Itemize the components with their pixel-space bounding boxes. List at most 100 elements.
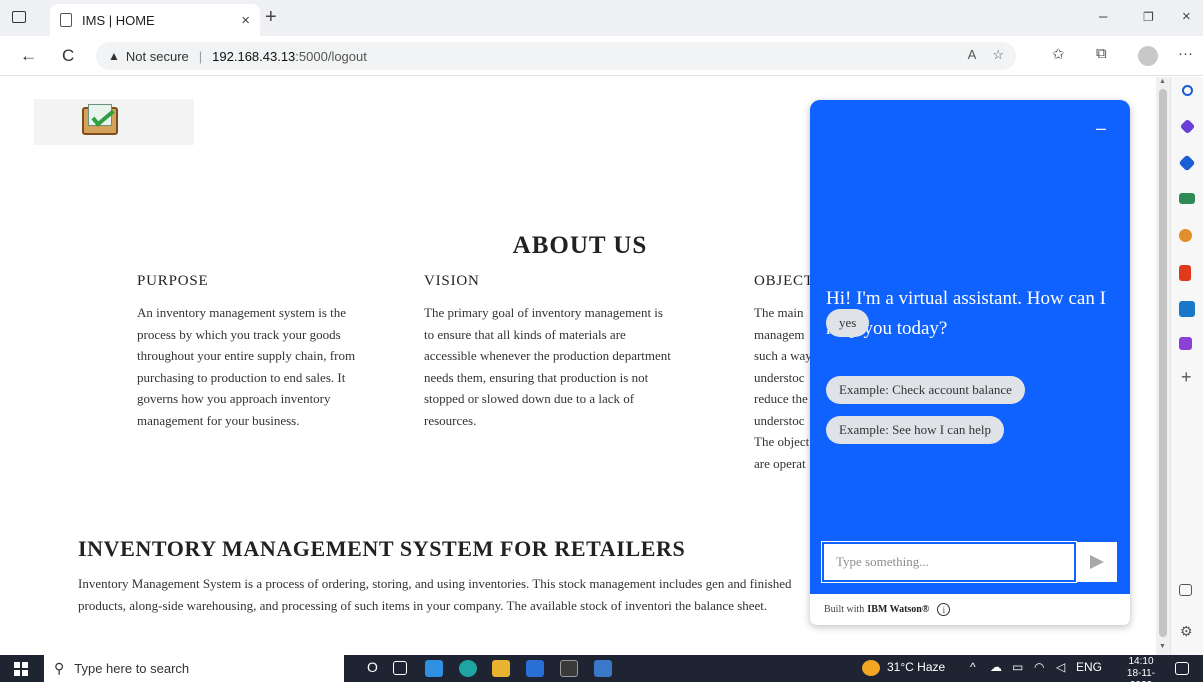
task-view-icon[interactable] bbox=[393, 661, 407, 675]
objective-section: OBJECT The main managem such a way under… bbox=[754, 273, 814, 474]
cortana-icon[interactable]: O bbox=[367, 659, 378, 675]
windows-taskbar: ⚲ Type here to search O 31°C Haze ^ ☁ ▭ … bbox=[0, 655, 1203, 682]
language-indicator[interactable]: ENG bbox=[1076, 660, 1102, 674]
profile-avatar[interactable] bbox=[1138, 46, 1158, 66]
scroll-down-arrow-icon[interactable]: ▼ bbox=[1159, 643, 1166, 650]
browser-toolbar: ← C ▲ Not secure | 192.168.43.13 :5000/l… bbox=[0, 36, 1203, 76]
chat-option-see-help[interactable]: Example: See how I can help bbox=[826, 416, 1004, 444]
chat-input-area bbox=[810, 532, 1130, 594]
weather-text[interactable]: 31°C Haze bbox=[887, 660, 945, 674]
search-icon[interactable] bbox=[1182, 85, 1193, 96]
address-bar[interactable]: ▲ Not secure | 192.168.43.13 :5000/logou… bbox=[96, 42, 1016, 70]
tab-title: IMS | HOME bbox=[82, 12, 155, 28]
warning-icon[interactable]: ▲ bbox=[108, 49, 120, 63]
word-icon[interactable] bbox=[594, 660, 612, 677]
url-path: :5000/logout bbox=[295, 48, 367, 64]
objective-line: managem bbox=[754, 326, 805, 342]
objective-line: such a way bbox=[754, 348, 812, 363]
volume-icon[interactable]: ◁ bbox=[1056, 660, 1065, 674]
browser-sidebar: + ⚙ bbox=[1170, 77, 1203, 655]
objective-line: understoc bbox=[754, 412, 805, 428]
objective-text: The main managem such a way understoc re… bbox=[754, 302, 814, 474]
file-explorer-icon[interactable] bbox=[492, 660, 510, 677]
office-icon[interactable] bbox=[1179, 265, 1191, 281]
games-icon[interactable] bbox=[1179, 229, 1192, 242]
collections-icon[interactable]: ⧉ bbox=[1096, 45, 1107, 62]
chat-minimize-button[interactable]: – bbox=[1096, 118, 1106, 139]
tab-close-icon[interactable]: × bbox=[241, 12, 250, 29]
vision-heading: VISION bbox=[424, 273, 480, 289]
reload-button[interactable]: C bbox=[62, 46, 74, 66]
terminal-icon[interactable] bbox=[560, 660, 578, 677]
taskbar-search[interactable]: ⚲ Type here to search bbox=[44, 655, 344, 682]
restore-button[interactable]: ❐ bbox=[1143, 10, 1154, 24]
add-sidebar-app-icon[interactable]: + bbox=[1181, 367, 1192, 388]
chat-footer: Built with IBM Watson® i bbox=[810, 594, 1130, 625]
read-aloud-icon[interactable]: A bbox=[968, 47, 977, 63]
send-icon bbox=[1089, 555, 1104, 569]
chat-greeting: Hi! I'm a virtual assistant. How can I h… bbox=[826, 288, 1106, 339]
browser-tab-bar: IMS | HOME × + – ❐ × bbox=[0, 0, 1203, 36]
clock-date: 18-11-2022 bbox=[1126, 668, 1156, 682]
wifi-icon[interactable]: ◠ bbox=[1034, 660, 1044, 674]
windows-start-icon[interactable] bbox=[14, 662, 28, 676]
url-host: 192.168.43.13 bbox=[212, 48, 296, 64]
weather-icon[interactable] bbox=[862, 660, 880, 676]
notifications-icon[interactable] bbox=[1175, 662, 1189, 675]
designer-icon[interactable] bbox=[1179, 337, 1192, 350]
new-tab-button[interactable]: + bbox=[265, 6, 277, 29]
scroll-up-arrow-icon[interactable]: ▲ bbox=[1159, 78, 1166, 85]
site-logo[interactable] bbox=[34, 99, 194, 145]
info-icon[interactable]: i bbox=[937, 603, 951, 616]
about-us-heading: ABOUT US bbox=[512, 232, 648, 259]
security-label[interactable]: Not secure bbox=[126, 49, 189, 64]
shopping-tag-icon[interactable] bbox=[1178, 154, 1196, 172]
clock-time: 14:10 bbox=[1128, 656, 1154, 667]
page-icon bbox=[60, 13, 72, 27]
chat-message-input[interactable] bbox=[821, 541, 1077, 583]
chat-option-check-balance[interactable]: Example: Check account balance bbox=[826, 376, 1025, 404]
browser-tab-ims-home[interactable]: IMS | HOME × bbox=[50, 4, 260, 36]
scroll-thumb[interactable] bbox=[1159, 89, 1167, 637]
system-clock[interactable]: 14:10 18-11-2022 bbox=[1118, 656, 1164, 682]
objective-line: The main bbox=[754, 305, 804, 320]
ims-heading: INVENTORY MANAGEMENT SYSTEM FOR RETAILER… bbox=[78, 536, 686, 561]
discover-icon[interactable] bbox=[1179, 118, 1196, 135]
sidebar-settings-icon[interactable]: ⚙ bbox=[1180, 623, 1193, 640]
ibm-watson-label: IBM Watson® bbox=[867, 604, 930, 615]
virtual-assistant-chat: – Hi! I'm a virtual assistant. How can I… bbox=[810, 100, 1130, 625]
chat-option-yes[interactable]: yes bbox=[826, 309, 870, 337]
vision-section: VISION The primary goal of inventory man… bbox=[424, 273, 674, 431]
more-menu-icon[interactable]: ··· bbox=[1178, 45, 1193, 62]
battery-icon[interactable]: ▭ bbox=[1012, 660, 1023, 674]
purpose-heading: PURPOSE bbox=[137, 273, 209, 289]
search-icon: ⚲ bbox=[54, 660, 65, 676]
outlook-icon[interactable] bbox=[1179, 301, 1195, 317]
objective-line: reduce the bbox=[754, 391, 808, 406]
tools-icon[interactable] bbox=[1179, 193, 1195, 204]
objective-line: are operat bbox=[754, 455, 806, 471]
onedrive-icon[interactable]: ☁ bbox=[990, 660, 1002, 674]
close-window-button[interactable]: × bbox=[1182, 8, 1191, 25]
chat-send-button[interactable] bbox=[1076, 542, 1117, 582]
tab-actions-icon[interactable] bbox=[12, 11, 26, 23]
taskbar-search-placeholder: Type here to search bbox=[74, 661, 190, 676]
objective-heading: OBJECT bbox=[754, 273, 814, 289]
store-icon[interactable] bbox=[526, 660, 544, 677]
address-bar-actions: A ☆ bbox=[968, 47, 1004, 63]
purpose-section: PURPOSE An inventory management system i… bbox=[137, 273, 387, 431]
favorites-icon[interactable]: ✩ bbox=[1052, 45, 1065, 63]
mail-icon[interactable] bbox=[425, 660, 443, 677]
page-scrollbar[interactable]: ▲ ▼ bbox=[1156, 77, 1170, 655]
sidebar-layout-icon[interactable] bbox=[1179, 584, 1192, 596]
minimize-button[interactable]: – bbox=[1099, 8, 1107, 25]
tray-expand-icon[interactable]: ^ bbox=[970, 660, 976, 674]
objective-line: understoc bbox=[754, 369, 805, 385]
vision-text: The primary goal of inventory management… bbox=[424, 305, 671, 428]
edge-browser-icon[interactable] bbox=[459, 660, 477, 677]
favorite-star-icon[interactable]: ☆ bbox=[992, 47, 1004, 63]
address-separator: | bbox=[198, 48, 203, 64]
purpose-text: An inventory management system is the pr… bbox=[137, 305, 356, 428]
back-button[interactable]: ← bbox=[20, 46, 37, 66]
objective-line: The object bbox=[754, 434, 810, 449]
